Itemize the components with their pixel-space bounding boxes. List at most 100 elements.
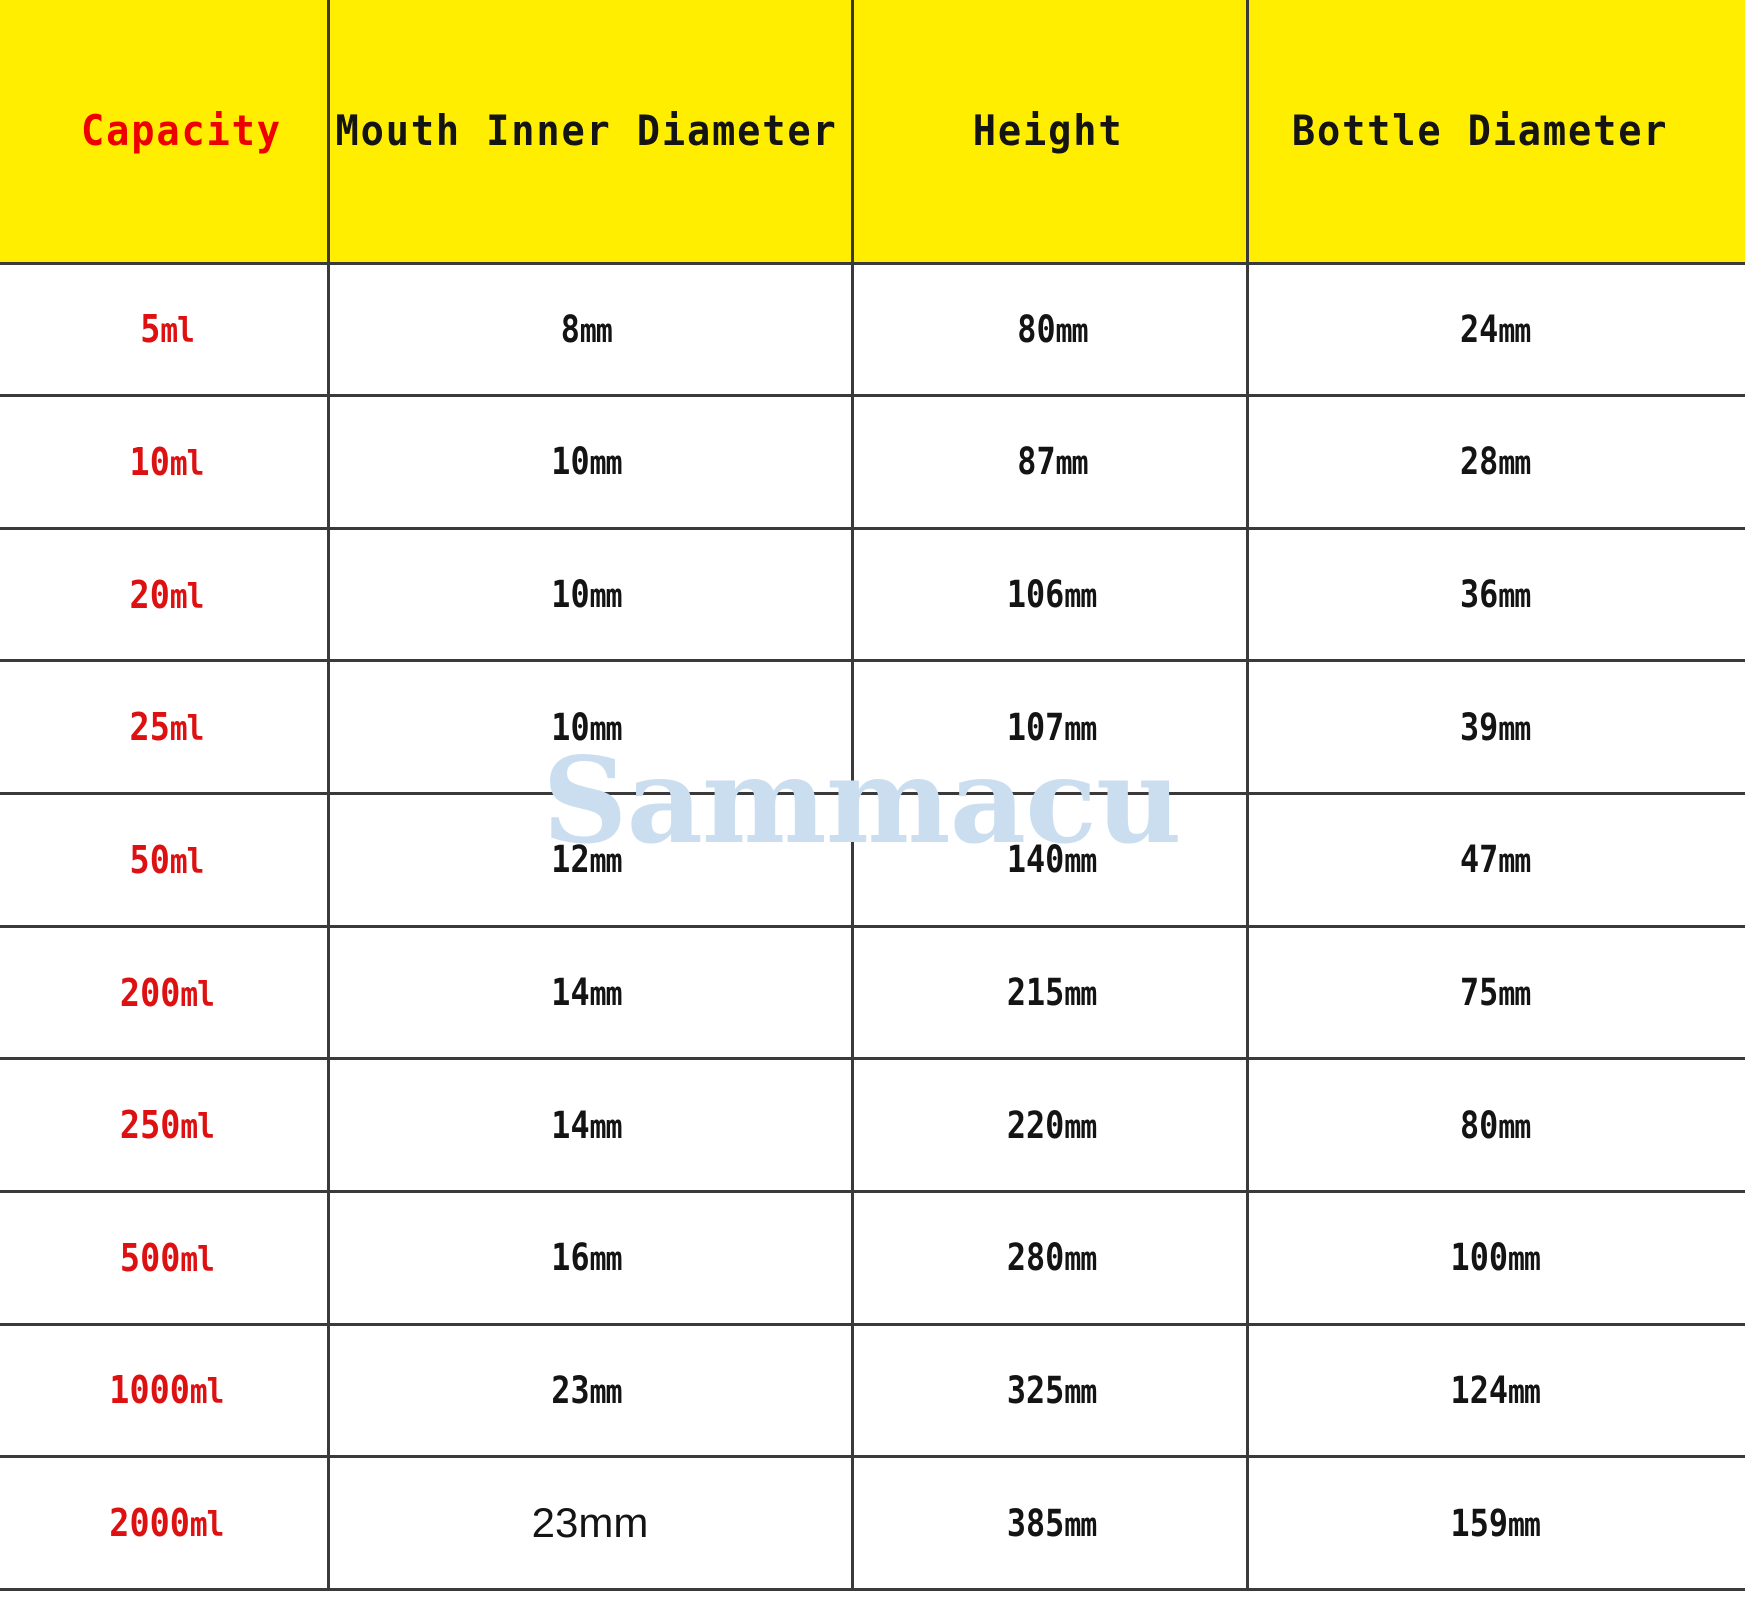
table-cell-bottle: 80mm bbox=[1245, 1057, 1745, 1193]
table-cell-mouth-value: 12mm bbox=[551, 838, 623, 882]
table-cell-bottle-value: 47mm bbox=[1459, 838, 1531, 882]
measurement-unit: mm bbox=[578, 1499, 649, 1547]
table-cell-bottle: 47mm bbox=[1245, 792, 1745, 928]
table-cell-capacity-value: 500ml bbox=[119, 1235, 215, 1280]
table-cell-bottle-value: 28mm bbox=[1459, 440, 1531, 484]
table-cell-capacity-value: 250ml bbox=[119, 1103, 215, 1148]
table-cell-capacity: 250ml bbox=[0, 1057, 330, 1193]
table-cell-height: 140mm bbox=[850, 792, 1249, 928]
measurement-unit: mm bbox=[1064, 577, 1098, 616]
table-cell-capacity: 200ml bbox=[0, 924, 330, 1061]
table-row: 1000ml 23mm 325mm 124mm bbox=[0, 1322, 1745, 1459]
measurement-unit: mm bbox=[1498, 577, 1531, 616]
table-cell-capacity: 5ml bbox=[0, 261, 330, 398]
table-cell-capacity-value: 2000ml bbox=[109, 1501, 225, 1546]
measurement-unit: mm bbox=[1064, 1505, 1098, 1544]
table-cell-mouth-value: 14mm bbox=[551, 1103, 623, 1147]
measurement-unit: ml bbox=[170, 576, 205, 616]
table-cell-mouth: 10mm bbox=[326, 659, 854, 796]
table-cell-mouth-value: 23mm bbox=[531, 1499, 649, 1547]
table-row: 2000ml 23mm 385mm 159mm bbox=[0, 1455, 1745, 1591]
measurement-unit: ml bbox=[180, 1239, 215, 1279]
measurement-unit: mm bbox=[1064, 842, 1098, 881]
table-cell-capacity: 2000ml bbox=[0, 1455, 330, 1591]
table-cell-mouth-value: 23mm bbox=[551, 1368, 622, 1412]
measurement-unit: ml bbox=[190, 1505, 225, 1545]
measurement-unit: mm bbox=[1498, 709, 1531, 748]
table-cell-mouth-value: 14mm bbox=[551, 971, 623, 1015]
table-cell-bottle-value: 124mm bbox=[1450, 1368, 1541, 1412]
measurement-unit: mm bbox=[1498, 444, 1531, 483]
table-row: 5ml 8mm 80mm 24mm bbox=[0, 261, 1745, 398]
table-cell-mouth: 10mm bbox=[326, 526, 854, 663]
table-body: 5ml 8mm 80mm 24mm 10ml 10mm 87mm 28mm 20ml 10mm 10… bbox=[0, 261, 1745, 1591]
measurement-unit: mm bbox=[589, 842, 623, 881]
table-cell-mouth: 10mm bbox=[326, 394, 854, 530]
table-cell-height: 325mm bbox=[850, 1322, 1249, 1459]
measurement-unit: mm bbox=[589, 444, 623, 483]
table-cell-bottle-value: 75mm bbox=[1459, 971, 1531, 1015]
table-cell-mouth: 23mm bbox=[326, 1322, 854, 1459]
measurement-unit: mm bbox=[589, 975, 623, 1014]
table-cell-mouth: 12mm bbox=[326, 792, 854, 928]
table-header-row: Capacity Mouth Inner Diameter Height Bot… bbox=[0, 0, 1745, 265]
table-cell-height: 107mm bbox=[850, 659, 1249, 796]
table-cell-height-value: 107mm bbox=[1007, 705, 1097, 749]
table-cell-bottle: 39mm bbox=[1245, 659, 1745, 796]
measurement-unit: ml bbox=[180, 974, 215, 1014]
table-cell-height: 220mm bbox=[850, 1057, 1249, 1193]
measurement-unit: mm bbox=[1064, 1107, 1098, 1146]
table-cell-capacity: 25ml bbox=[0, 659, 330, 796]
measurement-unit: ml bbox=[170, 709, 205, 749]
measurement-unit: mm bbox=[1507, 1240, 1541, 1279]
table-cell-bottle: 159mm bbox=[1245, 1455, 1745, 1591]
table-cell-height-value: 280mm bbox=[1007, 1236, 1098, 1280]
table-cell-bottle-value: 100mm bbox=[1450, 1236, 1541, 1280]
column-header-height-label: Height bbox=[972, 105, 1123, 155]
table-cell-bottle-value: 80mm bbox=[1459, 1103, 1531, 1147]
table-cell-capacity-value: 50ml bbox=[129, 837, 205, 882]
table-cell-height: 106mm bbox=[850, 526, 1249, 663]
table-cell-mouth-value: 10mm bbox=[551, 440, 623, 484]
table-row: 50ml 12mm 140mm 47mm bbox=[0, 792, 1745, 928]
table-cell-mouth: 14mm bbox=[326, 1057, 854, 1193]
table-cell-height: 87mm bbox=[850, 394, 1249, 530]
table-cell-bottle: 100mm bbox=[1245, 1189, 1745, 1326]
table-cell-capacity: 50ml bbox=[0, 792, 330, 928]
table-cell-capacity-value: 5ml bbox=[139, 307, 195, 352]
table-cell-height-value: 87mm bbox=[1016, 440, 1088, 484]
measurement-unit: ml bbox=[170, 443, 205, 483]
measurement-unit: mm bbox=[1507, 1372, 1541, 1411]
table-row: 25ml 10mm 107mm 39mm bbox=[0, 659, 1745, 796]
table-cell-mouth: 8mm bbox=[326, 261, 854, 398]
measurement-unit: mm bbox=[1064, 1240, 1098, 1279]
table-cell-height: 215mm bbox=[850, 924, 1249, 1061]
table-cell-mouth-value: 10mm bbox=[551, 705, 623, 749]
table-cell-bottle-value: 24mm bbox=[1459, 307, 1531, 351]
measurement-unit: mm bbox=[1064, 975, 1098, 1014]
table-cell-capacity: 10ml bbox=[0, 394, 330, 530]
table-cell-height-value: 325mm bbox=[1007, 1368, 1097, 1412]
table-row: 10ml 10mm 87mm 28mm bbox=[0, 394, 1745, 530]
table-cell-bottle-value: 39mm bbox=[1459, 705, 1531, 749]
table-cell-capacity: 20ml bbox=[0, 526, 330, 663]
measurement-unit: mm bbox=[589, 1107, 623, 1146]
measurement-unit: ml bbox=[160, 311, 195, 351]
measurement-unit: ml bbox=[170, 841, 205, 881]
table-row: 20ml 10mm 106mm 36mm bbox=[0, 526, 1745, 663]
measurement-unit: mm bbox=[1498, 1107, 1531, 1146]
table-cell-bottle-value: 36mm bbox=[1459, 573, 1531, 617]
measurement-unit: mm bbox=[1498, 975, 1531, 1014]
measurement-unit: mm bbox=[589, 577, 623, 616]
table-cell-mouth-value: 10mm bbox=[551, 573, 623, 617]
table-cell-height-value: 106mm bbox=[1007, 573, 1098, 617]
table-row: 250ml 14mm 220mm 80mm bbox=[0, 1057, 1745, 1193]
column-header-bottle-diameter: Bottle Diameter bbox=[1245, 0, 1745, 265]
table-cell-height-value: 220mm bbox=[1007, 1103, 1098, 1147]
column-header-mouth-inner-diameter: Mouth Inner Diameter bbox=[326, 0, 854, 265]
table-cell-bottle: 124mm bbox=[1245, 1322, 1745, 1459]
table-row: 200ml 14mm 215mm 75mm bbox=[0, 924, 1745, 1061]
measurement-unit: ml bbox=[190, 1372, 225, 1412]
measurement-unit: mm bbox=[589, 709, 623, 748]
table-cell-height: 80mm bbox=[850, 261, 1249, 398]
